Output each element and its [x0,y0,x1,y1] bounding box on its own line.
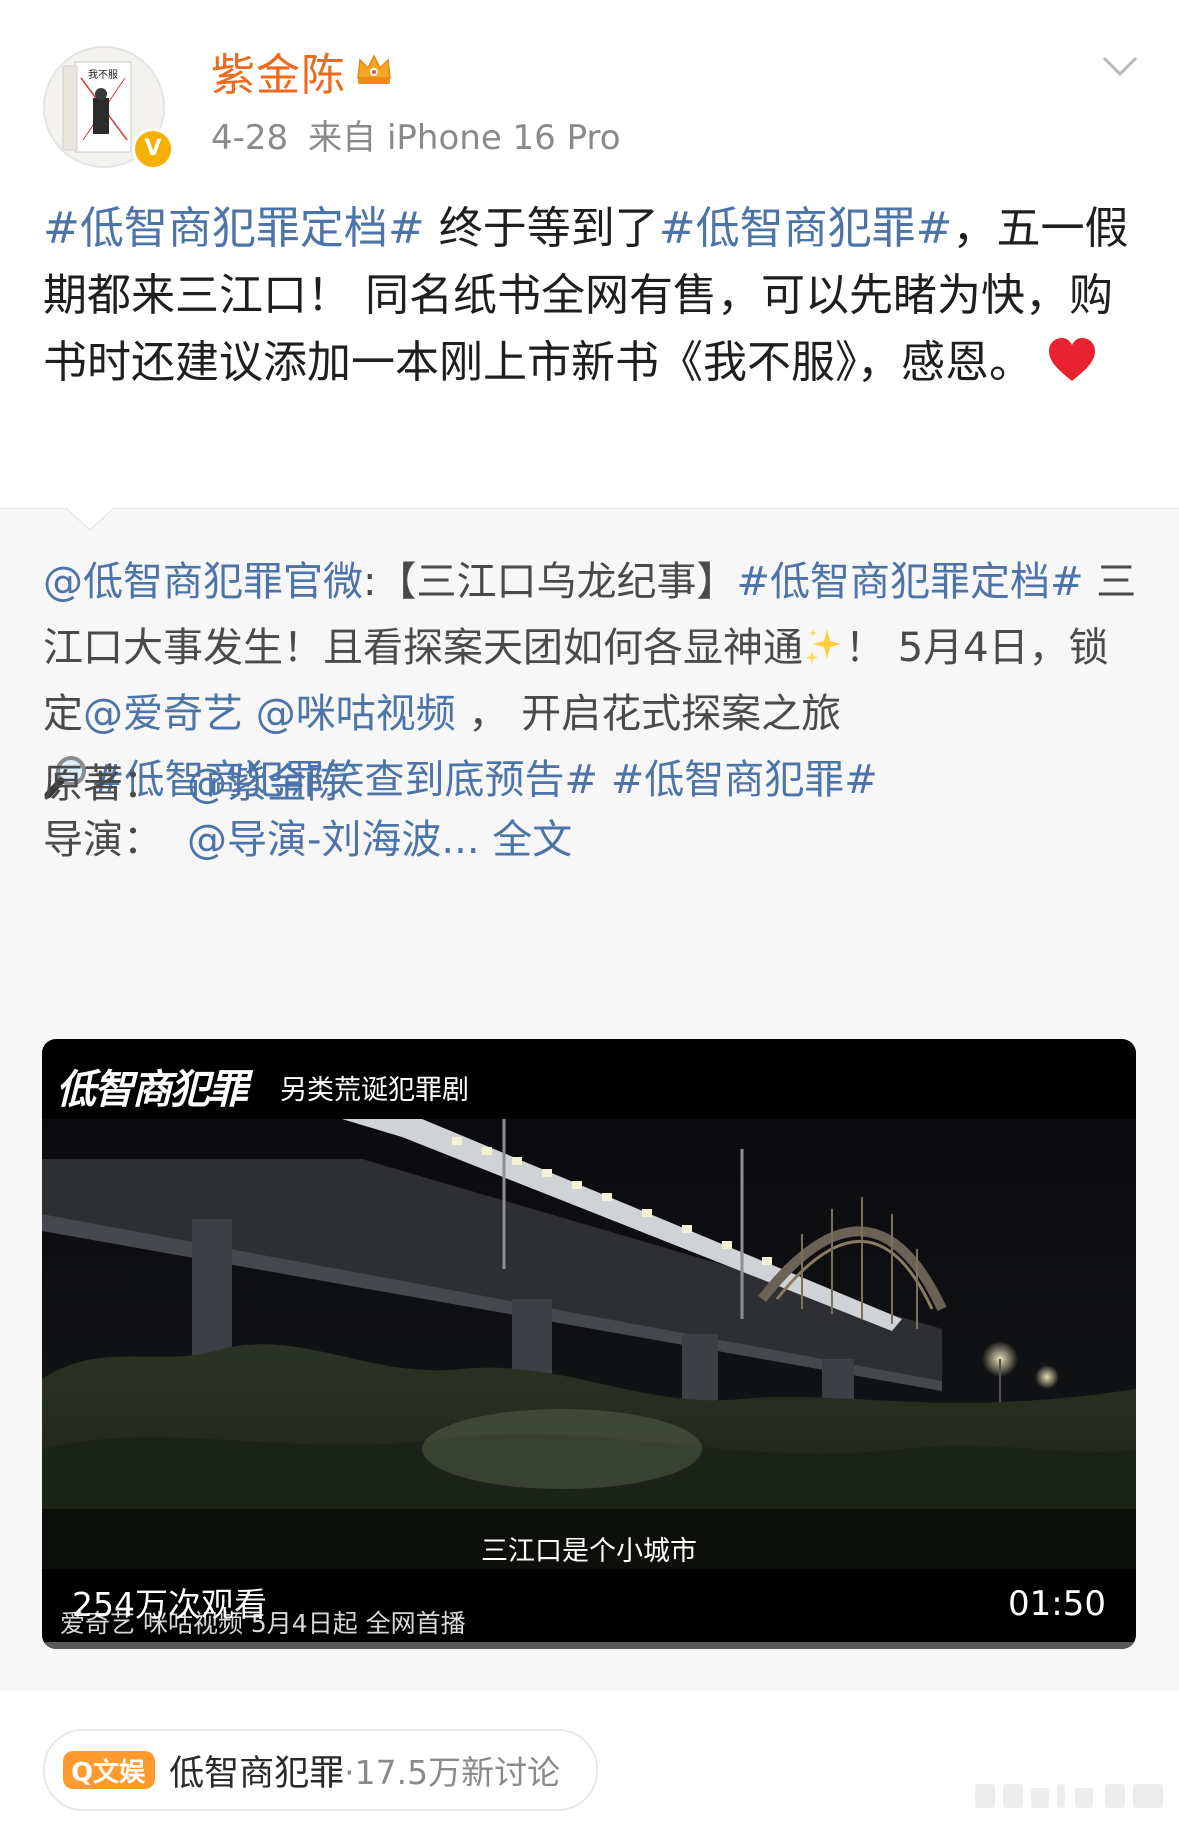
post-text: #低智商犯罪定档# 终于等到了#低智商犯罪#，五一假期都来三江口！ 同名纸书全网… [43,203,1129,388]
topic-count: ·17.5万新讨论 [344,1753,561,1792]
topic-chip[interactable]: Q文娱 低智商犯罪 ·17.5万新讨论 [43,1729,599,1811]
topic-badge: Q文娱 [63,1751,156,1789]
video-subtitle: 三江口是个小城市 [481,1536,697,1567]
post-source: 来自 iPhone 16 Pro [308,118,621,158]
video-brand-logo: 低智商犯罪 [56,1066,248,1113]
repost-author-link[interactable]: @低智商犯罪官微 [43,559,363,605]
chevron-down-icon[interactable] [1100,54,1140,80]
credit-director: 导演： @导演-刘海波... 全文 [43,817,573,863]
video-duration: 01:50 [1008,1584,1106,1624]
hashtag-link[interactable]: #低智商犯罪定档# [43,203,425,254]
hashtag-link[interactable]: #低智商犯罪定档# [736,559,1083,605]
heart-icon [1049,338,1095,381]
hashtag-link[interactable]: #低智商犯罪# [611,757,878,803]
repost-pointer [66,508,114,531]
repost-card[interactable]: @低智商犯罪官微:【三江口乌龙纪事】#低智商犯罪定档# 三江口大事发生！且看探案… [0,508,1179,1691]
username[interactable]: 紫金陈 [211,46,346,106]
mention-link[interactable]: @紫金陈 [187,761,347,807]
mention-link[interactable]: @导演-刘海波... [187,817,480,863]
video-brand-subtitle: 另类荒诞犯罪剧 [280,1075,469,1106]
svg-text:我不服: 我不服 [88,69,118,81]
topic-name: 低智商犯罪 [169,1753,345,1794]
view-count: 254万次观看 [72,1585,267,1624]
full-text-link[interactable]: 全文 [492,817,572,863]
crown-icon [357,54,391,84]
mention-link[interactable]: @咪咕视频 [256,691,456,737]
video-player[interactable]: 低智商犯罪 另类荒诞犯罪剧 三江口是个小城市 爱奇艺 咪咕视频 5月4日起 全网… [42,1039,1136,1649]
video-frame [42,1119,1136,1569]
mention-link[interactable]: @爱奇艺 [83,691,243,737]
watermark-graphic [975,1784,1163,1808]
post-meta: 4-28 来自 iPhone 16 Pro [211,115,621,161]
sparkles-icon [806,629,841,664]
video-progress-bar[interactable] [42,1642,1136,1649]
post-date: 4-28 [211,118,289,158]
verified-badge-icon: V [132,128,174,170]
hashtag-link[interactable]: #低智商犯罪# [659,203,953,254]
